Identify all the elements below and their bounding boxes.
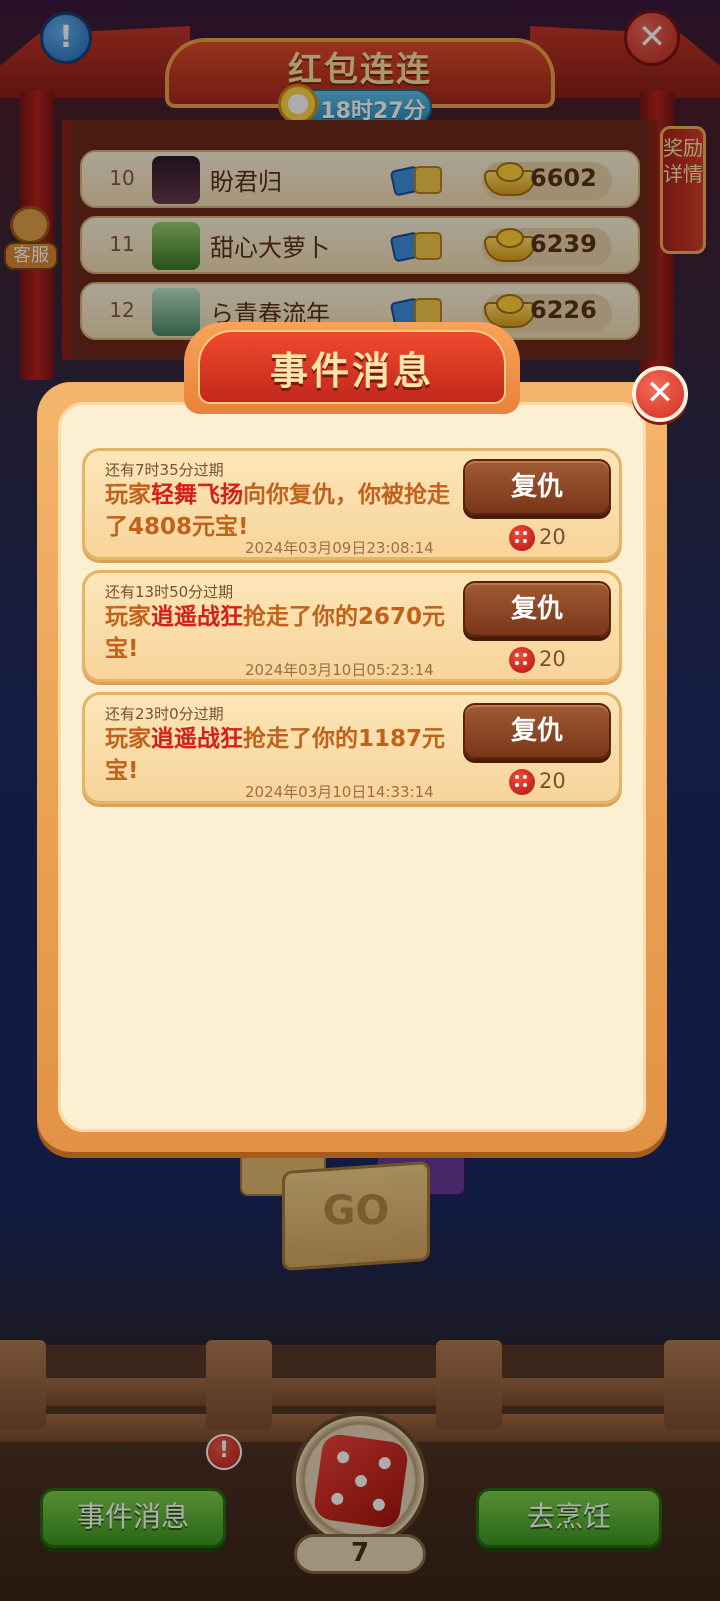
event-message: 玩家逍遥战狂抢走了你的1187元宝! [105,723,455,787]
message-prefix: 玩家 [105,604,151,630]
dice-cost: 20 [539,525,566,549]
message-prefix: 玩家 [105,726,151,752]
dice-cost: 20 [539,769,566,793]
event-card: 还有13时50分过期 玩家逍遥战狂抢走了你的2670元宝! 2024年03月10… [82,570,622,682]
modal-title: 事件消息 [269,349,434,393]
event-timestamp: 2024年03月10日14:33:14 [245,783,434,801]
event-timestamp: 2024年03月10日05:23:14 [245,661,434,679]
revenge-button[interactable]: 复仇 [463,459,611,515]
dice-icon [509,769,535,795]
close-modal-button[interactable]: ✕ [632,366,688,422]
event-message: 玩家轻舞飞扬向你复仇，你被抢走了4808元宝! [105,479,455,543]
event-timestamp: 2024年03月09日23:08:14 [245,539,434,557]
expire-text: 还有13时50分过期 [105,583,234,601]
dice-cost: 20 [539,647,566,671]
event-card: 还有23时0分过期 玩家逍遥战狂抢走了你的1187元宝! 2024年03月10日… [82,692,622,804]
player-name: 轻舞飞扬 [151,482,243,508]
event-message: 玩家逍遥战狂抢走了你的2670元宝! [105,601,455,665]
expire-text: 还有23时0分过期 [105,705,224,723]
player-name: 逍遥战狂 [151,726,243,752]
event-card: 还有7时35分过期 玩家轻舞飞扬向你复仇，你被抢走了4808元宝! 2024年0… [82,448,622,560]
message-prefix: 玩家 [105,482,151,508]
revenge-button[interactable]: 复仇 [463,703,611,759]
dice-icon [509,525,535,551]
expire-text: 还有7时35分过期 [105,461,224,479]
player-name: 逍遥战狂 [151,604,243,630]
revenge-button[interactable]: 复仇 [463,581,611,637]
game-scene: 红包连连 18时27分 ! ✕ 10 盼君归 6602 11 甜心大萝卜 623… [0,0,720,1601]
dice-icon [509,647,535,673]
